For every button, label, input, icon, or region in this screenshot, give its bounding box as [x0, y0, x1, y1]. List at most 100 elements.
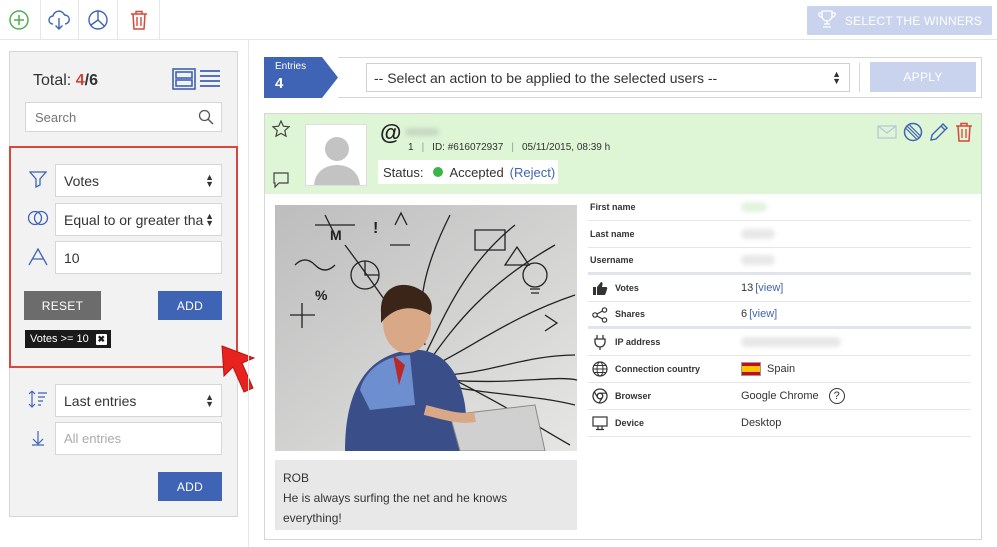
sort-icon: [27, 388, 49, 410]
filter-field-value: Votes: [64, 172, 100, 189]
device-label: Device: [615, 418, 645, 428]
add-filter-button[interactable]: ADD: [158, 291, 222, 320]
remove-tag-icon[interactable]: ✖: [95, 333, 107, 345]
entry-actions: [877, 122, 973, 145]
first-name-label: First name: [590, 202, 636, 212]
detail-row-shares: Shares 6 [view]: [588, 302, 971, 329]
plug-icon: [591, 334, 609, 350]
help-icon[interactable]: ?: [828, 388, 845, 404]
filter-icon: [27, 168, 49, 190]
ban-icon[interactable]: [903, 122, 923, 145]
search-input[interactable]: [26, 103, 186, 131]
svg-text:!: !: [373, 220, 378, 237]
detail-row-device: Device Desktop: [588, 410, 971, 437]
filter-operator-value: Equal to or greater than: [64, 211, 204, 228]
detail-row-votes: Votes 13 [view]: [588, 275, 971, 302]
reset-button[interactable]: RESET: [24, 291, 101, 320]
sort-select[interactable]: Last entries ▲ ▼: [55, 384, 222, 417]
shares-value: 6: [741, 308, 748, 320]
entries-label: Entries: [275, 61, 307, 72]
filter-value-input[interactable]: 10: [55, 241, 222, 274]
detail-row-country: Connection country Spain: [588, 356, 971, 383]
shares-value-group: 6 [view]: [741, 308, 777, 320]
email-icon[interactable]: [877, 125, 897, 142]
bulk-action-value: -- Select an action to be applied to the…: [374, 69, 718, 86]
search-icon[interactable]: [198, 109, 214, 128]
globe-icon: [591, 361, 609, 377]
active-filter-tag: Votes >= 10 ✖: [25, 330, 111, 348]
search-box: [25, 102, 222, 132]
filter-tag-label: Votes >= 10: [30, 333, 89, 345]
list-view-icon[interactable]: [199, 68, 221, 93]
sort-value: Last entries: [64, 392, 137, 409]
status-dot-icon: [433, 167, 444, 177]
select-winners-button[interactable]: SELECT THE WINNERS: [807, 6, 992, 35]
detail-row-last-name: Last name: [588, 221, 971, 248]
add-sort-button[interactable]: ADD: [158, 472, 222, 501]
country-value: Spain: [767, 363, 796, 375]
status-value: Accepted: [449, 164, 504, 180]
chrome-icon: [591, 388, 609, 404]
shares-view-link[interactable]: [view]: [749, 308, 777, 320]
bulk-action-select[interactable]: -- Select an action to be applied to the…: [366, 63, 850, 92]
votes-label: Votes: [615, 283, 639, 293]
browser-value: Google Chrome: [741, 390, 819, 402]
votes-view-link[interactable]: [view]: [755, 282, 783, 294]
value-icon: [27, 246, 49, 268]
detail-row-browser: Browser Google Chrome ?: [588, 383, 971, 410]
add-icon[interactable]: [6, 7, 32, 33]
pointer-arrow-icon: [220, 344, 256, 396]
entry-header: @ 1 | ID: #616072937 | 05/11/2015, 08:39 h S…: [265, 114, 981, 194]
ip-label: IP address: [615, 337, 661, 347]
browser-value-group: Google Chrome ?: [741, 388, 845, 404]
card-view-icon[interactable]: [172, 68, 196, 93]
caption-name: ROB: [283, 471, 310, 485]
first-name-value-redacted: [741, 202, 767, 212]
svg-text:%: %: [315, 287, 328, 303]
filter-field-select[interactable]: Votes ▲ ▼: [55, 164, 222, 197]
entry-details: First name Last name Username Votes 13 […: [588, 194, 971, 437]
toolbar-divider: [117, 0, 118, 40]
select-winners-label: SELECT THE WINNERS: [844, 13, 983, 28]
shares-label: Shares: [615, 309, 646, 319]
star-icon[interactable]: [271, 119, 291, 141]
view-toggle: [172, 68, 221, 93]
select-caret-icon: ▲ ▼: [205, 172, 214, 189]
entries-count: 4: [275, 75, 284, 92]
pie-chart-icon[interactable]: [85, 7, 111, 33]
svg-text:M: M: [330, 227, 342, 243]
ip-value-redacted: [741, 337, 841, 347]
entry-photo[interactable]: M ! %: [275, 205, 577, 451]
sort-secondary-select[interactable]: All entries: [55, 422, 222, 455]
reject-link[interactable]: (Reject): [510, 165, 556, 180]
entry-id: ID: #616072937: [432, 142, 504, 153]
device-value: Desktop: [741, 417, 782, 429]
toolbar-divider: [159, 0, 160, 40]
entry-rank: 1: [408, 142, 414, 153]
delete-icon[interactable]: [955, 122, 973, 145]
apply-button[interactable]: APPLY: [870, 62, 976, 92]
avatar: [305, 124, 367, 186]
total-all: 6: [89, 72, 98, 89]
top-toolbar: SELECT THE WINNERS: [0, 0, 997, 40]
entry-meta: 1 | ID: #616072937 | 05/11/2015, 08:39 h: [408, 142, 611, 153]
toolbar-divider: [40, 0, 41, 40]
detail-row-username: Username: [588, 248, 971, 275]
edit-icon[interactable]: [929, 122, 949, 145]
desktop-icon: [591, 415, 609, 431]
share-icon: [591, 307, 609, 323]
toolbar-divider: [78, 0, 79, 40]
cloud-download-icon[interactable]: [46, 7, 72, 33]
trophy-icon: [817, 10, 837, 31]
filter-operator-select[interactable]: Equal to or greater than ▲ ▼: [55, 203, 222, 236]
thumbs-up-icon: [591, 280, 609, 296]
sort-secondary-placeholder: All entries: [64, 431, 122, 446]
country-value-group: Spain: [741, 362, 795, 376]
trash-icon[interactable]: [126, 7, 152, 33]
browser-label: Browser: [615, 391, 652, 401]
last-name-label: Last name: [590, 229, 635, 239]
comment-icon[interactable]: [272, 171, 290, 192]
entry-date: 05/11/2015, 08:39 h: [521, 142, 611, 153]
total-current: 4: [75, 72, 85, 89]
entry-caption: ROB He is always surfing the net and he …: [275, 460, 577, 530]
